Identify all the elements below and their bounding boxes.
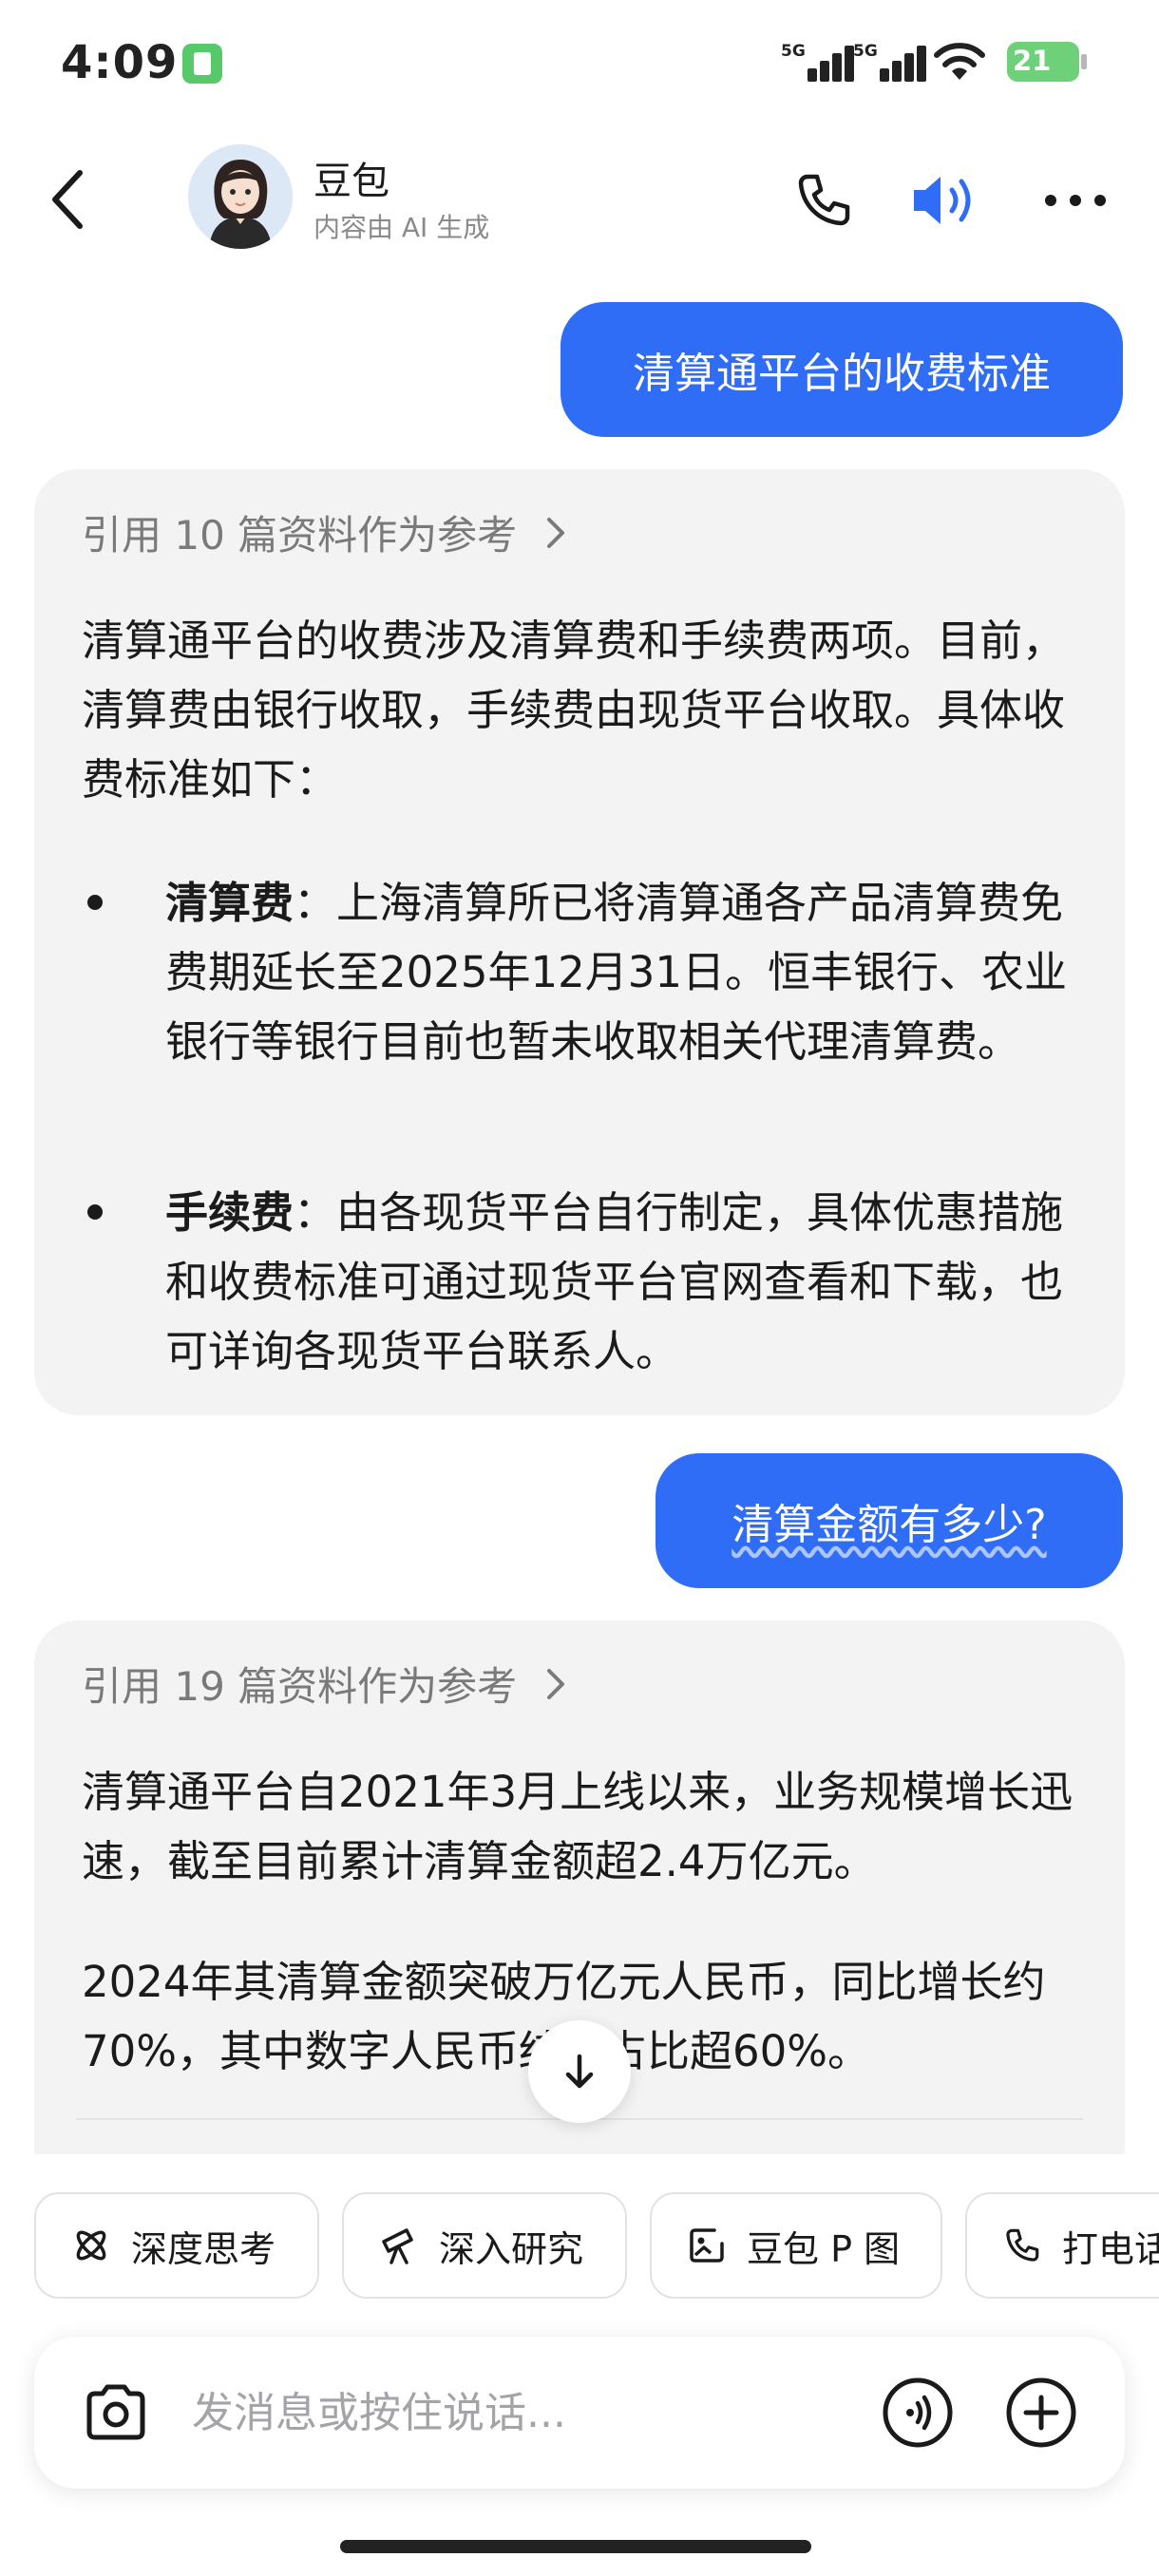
signal-icon: 5G [781,42,855,82]
home-indicator[interactable] [340,2540,811,2553]
chevron-right-icon [547,1668,565,1699]
user-message-text: 清算通平台的收费标准 [633,350,1051,398]
list-item: 手续费：由各现货平台自行制定，具体优惠措施和收费标准可通过现货平台官网查看和下载… [82,1178,1098,1396]
answer-paragraph: 清算通平台自2021年3月上线以来，业务规模增长迅速，截至目前累计清算金额超2.… [82,1767,1074,1886]
atom-icon [76,2230,106,2261]
battery-icon: 21 [1007,42,1087,82]
chip-label: 深入研究 [439,2227,584,2270]
list-item-body: ：上海清算所已将清算通各产品清算费免费期延长至2025年12月31日。恒丰银行、… [165,878,1068,1067]
user-message[interactable]: 清算通平台的收费标准 [560,302,1123,437]
bot-avatar-icon [188,144,293,249]
user-message[interactable]: 清算金额有多少? [656,1453,1123,1588]
chevron-right-icon [547,517,565,548]
chip-call[interactable]: 打电话 [965,2192,1159,2299]
list-item: 清算费：上海清算所已将清算通各产品清算费免费期延长至2025年12月31日。恒丰… [82,868,1098,1153]
list-item-term: 手续费 [165,1187,294,1238]
camera-icon[interactable] [78,2375,154,2451]
battery-level: 21 [1013,45,1052,77]
bullet-dot [87,895,103,910]
signal-label-2: 5G [853,42,878,61]
answer-intro: 清算通平台的收费涉及清算费和手续费两项。目前，清算费由银行收取，手续费由现货平台… [82,616,1066,805]
chip-label: 打电话 [1062,2227,1159,2270]
references-link[interactable]: 引用 10 篇资料作为参考 [82,503,566,561]
bot-name: 豆包 [314,160,390,203]
avatar[interactable] [188,144,293,249]
wifi-icon [934,43,985,80]
list-item-term: 清算费 [165,878,294,928]
bot-message-card: 引用 10 篇资料作为参考 清算通平台的收费涉及清算费和手续费两项。目前，清算费… [34,469,1125,1415]
more-icon[interactable] [1039,167,1112,234]
plus-icon[interactable] [1003,2375,1079,2451]
list-item-text: 清算费：上海清算所已将清算通各产品清算费免费期延长至2025年12月31日。恒丰… [165,868,1096,1076]
chip-label: 深度思考 [131,2227,276,2270]
phone-icon [1006,2228,1039,2262]
signal-icon-2: 5G [853,42,927,82]
arrow-down-icon [565,2054,594,2089]
telescope-icon [382,2228,413,2264]
composer [34,2337,1125,2489]
back-button[interactable] [42,165,99,234]
status-bar: 4:09 5G 5G 21 [0,0,1159,123]
list-item-body: ：由各现货平台自行制定，具体优惠措施和收费标准可通过现货平台官网查看和下载，也可… [165,1187,1064,1376]
chip-image-edit[interactable]: 豆包 P 图 [650,2192,942,2299]
scroll-to-bottom-button[interactable] [528,2020,631,2123]
image-edit-icon [690,2228,724,2263]
status-time: 4:09 [61,36,179,89]
chat-header: 豆包 内容由 AI 生成 [0,133,1159,266]
bottom-panel: 深度思考 深入研究 豆包 P 图 打电话 [0,2154,1159,2576]
user-message-text: 清算金额有多少? [732,1501,1047,1549]
references-label: 引用 10 篇资料作为参考 [82,512,518,559]
bullet-dot [87,1204,103,1220]
chip-label: 豆包 P 图 [747,2227,901,2270]
sim-card-icon [182,44,222,84]
speaker-icon[interactable] [908,167,984,234]
message-input[interactable] [192,2375,819,2451]
chip-deep-thinking[interactable]: 深度思考 [34,2192,319,2299]
list-item-text: 手续费：由各现货平台自行制定，具体优惠措施和收费标准可通过现货平台官网查看和下载… [165,1178,1096,1386]
references-link[interactable]: 引用 19 篇资料作为参考 [82,1655,566,1713]
chip-deep-research[interactable]: 深入研究 [342,2192,627,2299]
voice-wave-icon[interactable] [880,2375,956,2451]
ai-generated-note: 内容由 AI 生成 [314,212,490,243]
references-label: 引用 19 篇资料作为参考 [82,1663,518,1710]
phone-icon[interactable] [790,167,857,234]
signal-label: 5G [781,42,806,61]
